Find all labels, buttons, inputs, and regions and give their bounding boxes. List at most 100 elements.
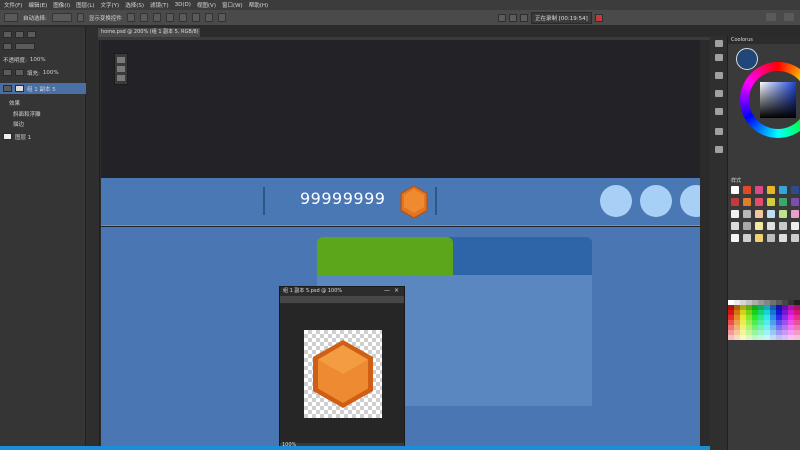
style-swatch[interactable] xyxy=(743,234,751,242)
zoom-icon[interactable] xyxy=(117,57,125,63)
style-swatch[interactable] xyxy=(779,198,787,206)
style-swatch[interactable] xyxy=(755,234,763,242)
effects-row[interactable]: 效果 xyxy=(0,97,86,108)
eye-icon[interactable] xyxy=(3,85,12,92)
minimize-icon[interactable] xyxy=(766,13,776,21)
lock-pixels-icon[interactable] xyxy=(15,69,24,76)
style-swatch[interactable] xyxy=(779,186,787,194)
clone-source-icon[interactable] xyxy=(715,146,723,153)
properties-icon[interactable] xyxy=(715,54,723,61)
color-wheel[interactable] xyxy=(740,62,800,138)
fill-input[interactable]: 100% xyxy=(43,70,59,76)
close-icon[interactable]: × xyxy=(394,288,400,294)
floating-document-window[interactable]: 组 1 副本 5.psd @ 100% — × 100% xyxy=(279,286,405,450)
circle-button[interactable] xyxy=(600,185,632,217)
style-swatch[interactable] xyxy=(731,198,739,206)
menu-select[interactable]: 选择(S) xyxy=(125,1,144,9)
paragraph-icon[interactable] xyxy=(715,108,723,115)
stroke-row[interactable]: 描边 xyxy=(0,118,86,129)
auto-select-dropdown[interactable] xyxy=(51,13,72,22)
menu-image[interactable]: 图像(I) xyxy=(53,1,70,9)
style-swatch[interactable] xyxy=(767,222,775,230)
clone-icon[interactable] xyxy=(509,14,517,22)
menu-edit[interactable]: 编辑(E) xyxy=(28,1,47,9)
style-swatch[interactable] xyxy=(743,186,751,194)
history-icon[interactable] xyxy=(715,40,723,47)
transform-checkbox[interactable] xyxy=(76,13,84,22)
distribute-button[interactable] xyxy=(204,13,213,22)
style-swatch[interactable] xyxy=(791,198,799,206)
palette-swatch[interactable] xyxy=(794,335,800,340)
style-swatch[interactable] xyxy=(755,186,763,194)
distribute-h-button[interactable] xyxy=(217,13,226,22)
style-swatch[interactable] xyxy=(767,210,775,218)
menu-3d[interactable]: 3D(D) xyxy=(175,2,191,8)
style-swatch[interactable] xyxy=(731,186,739,194)
paths-tab-icon[interactable] xyxy=(27,31,36,38)
layer-row-selected[interactable]: 组 1 副本 5 xyxy=(0,83,86,94)
style-swatch[interactable] xyxy=(731,234,739,242)
float-window-canvas[interactable] xyxy=(280,304,404,443)
record-icon[interactable] xyxy=(594,14,603,22)
styles-tab[interactable]: 样式 xyxy=(731,177,741,184)
align-center-button[interactable] xyxy=(178,13,187,22)
document-tab[interactable]: home.psd @ 200% (组 1 副本 5, RGB/8) xyxy=(98,28,200,37)
style-swatch[interactable] xyxy=(743,222,751,230)
game-top-bar: 99999999 xyxy=(101,178,700,226)
hexagon-gem-icon xyxy=(400,185,428,219)
foreground-color-swatch[interactable] xyxy=(736,48,758,70)
style-swatch[interactable] xyxy=(743,210,751,218)
align-top-button[interactable] xyxy=(126,13,135,22)
circle-button[interactable] xyxy=(680,185,700,217)
layers-tab-icon[interactable] xyxy=(3,31,12,38)
style-swatch[interactable] xyxy=(791,210,799,218)
style-swatch[interactable] xyxy=(731,222,739,230)
style-swatch[interactable] xyxy=(731,210,739,218)
menu-layer[interactable]: 图层(L) xyxy=(76,1,94,9)
layer-row[interactable]: 图层 1 xyxy=(0,131,86,142)
style-swatch[interactable] xyxy=(767,198,775,206)
style-swatch[interactable] xyxy=(779,210,787,218)
style-swatch[interactable] xyxy=(779,234,787,242)
align-middle-button[interactable] xyxy=(139,13,148,22)
filter-kind-icon[interactable] xyxy=(3,43,12,50)
blend-mode-dropdown[interactable] xyxy=(15,43,35,50)
style-swatch[interactable] xyxy=(791,222,799,230)
style-swatch[interactable] xyxy=(743,198,751,206)
saturation-square[interactable] xyxy=(760,82,796,118)
eyedropper-icon[interactable] xyxy=(520,14,528,22)
panel-tab-active[interactable] xyxy=(317,237,453,275)
align-right-button[interactable] xyxy=(191,13,200,22)
brush-icon[interactable] xyxy=(498,14,506,22)
hand-icon[interactable] xyxy=(117,66,125,72)
menu-type[interactable]: 文字(Y) xyxy=(101,1,120,9)
style-swatch[interactable] xyxy=(779,222,787,230)
info-icon[interactable] xyxy=(715,72,723,79)
color-panel-tab[interactable]: Coolorus xyxy=(728,36,800,44)
style-swatch[interactable] xyxy=(791,186,799,194)
brush-panel-icon[interactable] xyxy=(715,128,723,135)
style-swatch[interactable] xyxy=(767,234,775,242)
style-swatch[interactable] xyxy=(755,198,763,206)
opacity-row: 不透明度: 100% xyxy=(0,54,86,65)
rotate-icon[interactable] xyxy=(117,75,125,81)
align-left-button[interactable] xyxy=(165,13,174,22)
circle-button[interactable] xyxy=(640,185,672,217)
move-tool-preset-button[interactable] xyxy=(4,13,18,22)
align-bottom-button[interactable] xyxy=(152,13,161,22)
menu-filter[interactable]: 滤镜(T) xyxy=(150,1,169,9)
character-icon[interactable] xyxy=(715,90,723,97)
style-swatch[interactable] xyxy=(767,186,775,194)
opacity-input[interactable]: 100% xyxy=(30,57,46,63)
style-swatch[interactable] xyxy=(791,234,799,242)
channels-tab-icon[interactable] xyxy=(15,31,24,38)
minimize-icon[interactable]: — xyxy=(384,288,390,294)
lock-icon[interactable] xyxy=(3,69,12,76)
menu-view[interactable]: 视图(V) xyxy=(197,1,216,9)
menu-help[interactable]: 帮助(H) xyxy=(249,1,268,9)
menu-window[interactable]: 窗口(W) xyxy=(222,1,243,9)
style-swatch[interactable] xyxy=(755,222,763,230)
menu-file[interactable]: 文件(F) xyxy=(4,1,22,9)
style-swatch[interactable] xyxy=(755,210,763,218)
maximize-icon[interactable] xyxy=(784,13,794,21)
